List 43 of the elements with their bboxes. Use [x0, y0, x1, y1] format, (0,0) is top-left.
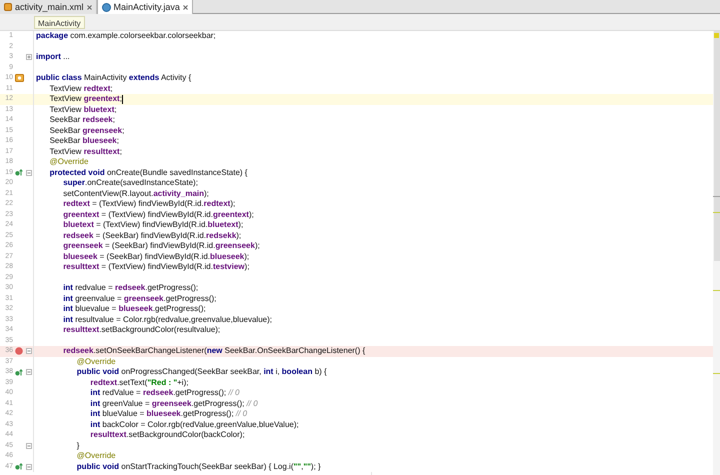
code-line: redseek = (SeekBar) findViewById(R.id.redsekk); — [63, 230, 242, 241]
code-line: greentext = (TextView) findViewById(R.id.greentext); — [63, 210, 254, 220]
code-line: resulttext = (TextView) findViewById(R.id.testview); — [63, 262, 250, 272]
editor-tab[interactable]: MainActivity.java — [96, 0, 193, 14]
code-line: TextView redtext; — [50, 84, 113, 94]
code-line: int redvalue = redseek.getProgress(); — [63, 283, 198, 294]
code-line: } — [76, 440, 80, 451]
code-line: SeekBar blueseek; — [50, 136, 119, 146]
code-line: int blueValue = blueseek.getProgress(); // 0 — [90, 409, 248, 420]
code-line: @Override — [50, 157, 88, 168]
code-line: public void onProgressChanged(SeekBar seekBar, int i, boolean b) { — [76, 367, 327, 378]
code-line: greenseek = (SeekBar) findViewById(R.id.greenseek); — [63, 241, 260, 252]
code-line: blueseek = (SeekBar) findViewById(R.id.blueseek); — [63, 252, 250, 262]
code-line: SeekBar redseek; — [50, 115, 115, 126]
code-line: int redValue = redseek.getProgress(); // 0 — [90, 388, 240, 398]
code-line: TextView greentext; — [50, 94, 122, 104]
breadcrumb[interactable]: MainActivity — [34, 16, 85, 28]
code-line: resulttext.setBackgroundColor(resultvalue); — [63, 325, 220, 336]
tab-label: MainActivity.java — [114, 1, 180, 13]
code-line: protected void onCreate(Bundle savedInstanceState) { — [50, 168, 248, 178]
code-line: SeekBar greenseek; — [50, 126, 124, 136]
code-line: setContentView(R.layout.activity_main); — [63, 188, 209, 199]
code-line: int greenValue = greenseek.getProgress(); // 0 — [90, 398, 258, 409]
code-line: package com.example.colorseekbar.colorseekbar; — [36, 31, 216, 42]
editor-tab[interactable]: activity_main.xml — [0, 0, 97, 14]
code-line: @Override — [76, 451, 116, 462]
tab-label: activity_main.xml — [15, 1, 84, 13]
code-line: int backColor = Color.rgb(redValue,greenValue,blueValue); — [90, 420, 299, 430]
code-line: int bluevalue = blueseek.getProgress(); — [63, 304, 206, 314]
code-line: super.onCreate(savedInstanceState); — [63, 178, 198, 188]
code-line: import ... — [36, 52, 70, 62]
code-line: resulttext.setBackgroundColor(backColor); — [90, 430, 245, 440]
code-line: bluetext = (TextView) findViewById(R.id.bluetext); — [63, 220, 244, 230]
code-line: int greenvalue = greenseek.getProgress(); — [63, 294, 216, 304]
code-line: public class MainActivity extends Activity { — [36, 73, 192, 84]
code-line: public void onStartTrackingTouch(SeekBar seekBar) { Log.i("",""); } — [76, 462, 321, 472]
code-line: TextView bluetext; — [50, 104, 117, 115]
code-line: TextView resulttext; — [50, 146, 122, 157]
code-line: redtext.setText("Red : "+i); — [90, 378, 188, 388]
code-line: redseek.setOnSeekBarChangeListener(new SeekBar.OnSeekBarChangeListener() { — [63, 346, 366, 356]
code-line: int resultvalue = Color.rgb(redvalue,greenvalue,bluevalue); — [63, 314, 272, 325]
code-line: @Override — [76, 356, 116, 367]
code-line: redtext = (TextView) findViewById(R.id.redtext); — [63, 199, 236, 210]
